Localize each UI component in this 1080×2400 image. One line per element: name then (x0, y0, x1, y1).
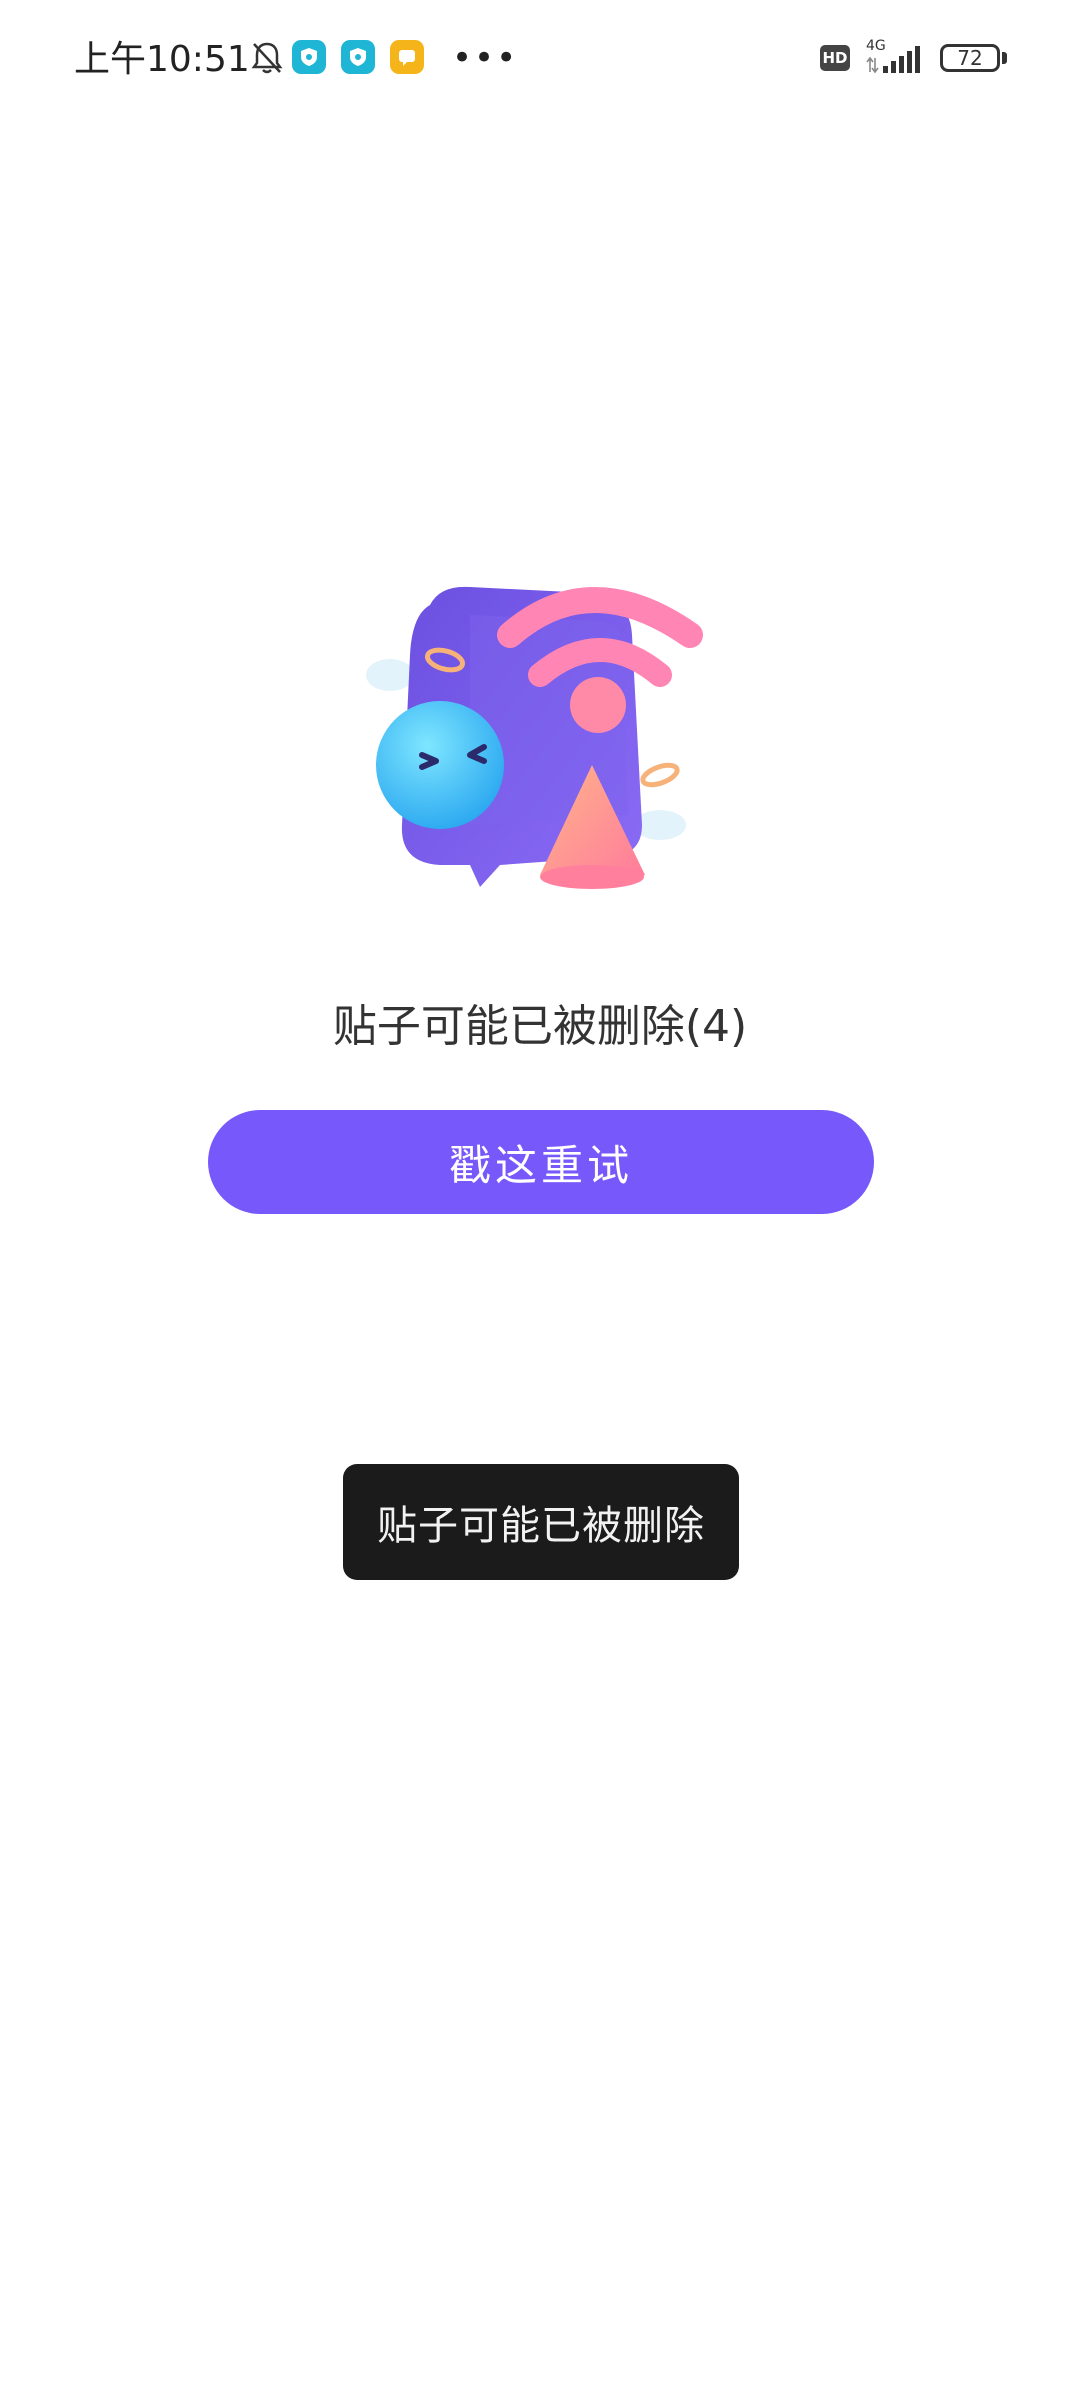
battery-icon: 72 (940, 44, 1000, 72)
message-app-icon (390, 40, 424, 74)
hd-badge: HD (820, 45, 850, 71)
signal-icon (866, 44, 928, 78)
error-illustration (360, 575, 720, 905)
battery-tip (1002, 52, 1007, 64)
status-bar: 上午10:51 ••• HD 4G 72 (0, 0, 1080, 120)
toast-message: 贴子可能已被删除 (343, 1464, 739, 1580)
error-title: 贴子可能已被删除(4) (332, 1001, 748, 1052)
shield-app-icon (341, 40, 375, 74)
status-time: 上午10:51 (74, 39, 250, 80)
more-dots-icon: ••• (452, 38, 519, 78)
screen: 上午10:51 ••• HD 4G 72 贴子可能已被删除(4) 戳这重试 贴子… (0, 0, 1080, 2400)
retry-button[interactable]: 戳这重试 (208, 1110, 874, 1214)
bell-off-icon (250, 40, 284, 80)
shield-app-icon (292, 40, 326, 74)
